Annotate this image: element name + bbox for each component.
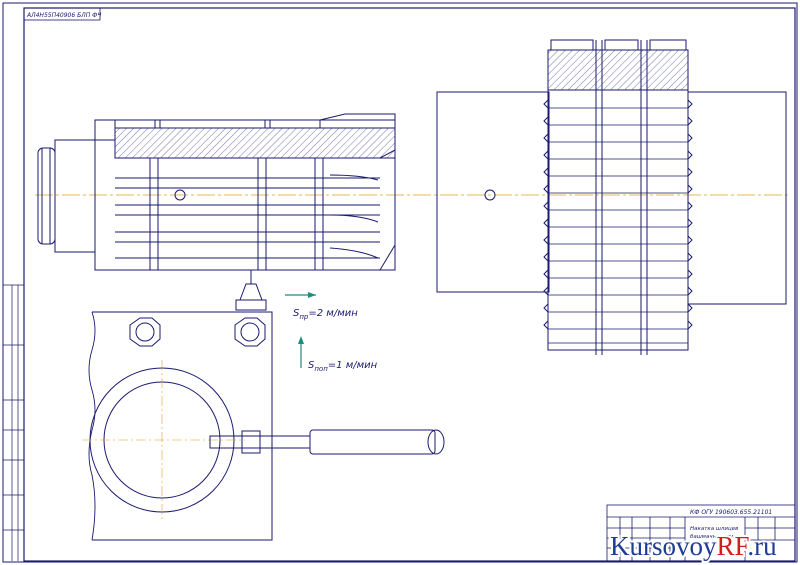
drawing-border	[23, 7, 796, 562]
drawing-sheet: АЛ4Н55П40906 БЛП ФЧ Sпр=2 м/мин Sпоп=1 м…	[2, 2, 798, 563]
shaft-section-hatch	[114, 127, 396, 159]
svg-text:KursovoyRF.ru: KursovoyRF.ru	[610, 531, 777, 561]
stamp-code: КФ ОГУ 190603.655.21101	[690, 509, 772, 516]
bolt-left	[129, 317, 161, 347]
indicator-tip	[235, 270, 267, 311]
feed-arrow-cross	[298, 336, 304, 368]
roller-hatch	[547, 49, 689, 91]
splined-shaft	[37, 113, 396, 271]
watermark-logo: KursovoyRF.ru	[608, 529, 779, 563]
feed-cross-label: Sпоп=1 м/мин	[308, 360, 378, 373]
top-code-text: АЛ4Н55П40906 БЛП ФЧ	[26, 12, 101, 19]
feed-long-label: Sпр=2 м/мин	[293, 308, 358, 321]
clamp-fixture	[82, 311, 445, 541]
bolt-right	[234, 317, 266, 347]
feed-arrow-long	[285, 292, 316, 298]
roller-teeth	[548, 107, 688, 344]
spindle-housing	[436, 91, 787, 305]
left-margin-strips	[3, 284, 24, 561]
spline-rollers	[543, 39, 693, 355]
